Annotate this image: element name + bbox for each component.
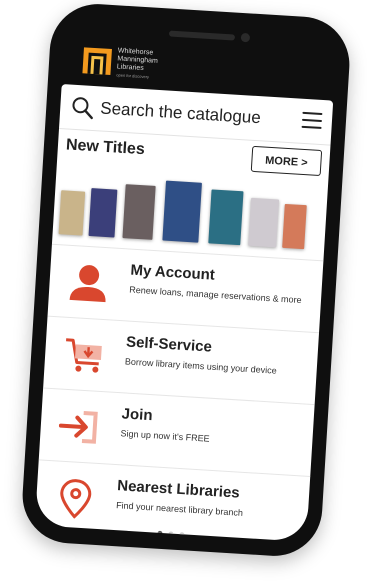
cart-icon <box>66 338 102 373</box>
person-icon <box>69 265 106 303</box>
book-cover[interactable] <box>282 203 307 250</box>
phone-speaker <box>168 30 236 41</box>
menu-subtitle: Renew loans, manage reservations & more <box>129 284 302 306</box>
new-titles-carousel[interactable] <box>58 172 328 250</box>
search-input[interactable]: Search the catalogue <box>100 98 262 128</box>
book-cover[interactable] <box>162 180 202 243</box>
hamburger-menu-icon[interactable] <box>301 111 323 131</box>
new-titles-heading: New Titles <box>65 136 146 159</box>
phone-frame: Whitehorse Manningham Libraries open for… <box>19 1 353 559</box>
menu-subtitle: Borrow library items using your device <box>124 356 277 376</box>
library-logo-icon <box>82 47 112 76</box>
search-icon[interactable] <box>70 95 95 120</box>
book-cover[interactable] <box>88 188 118 238</box>
pagination-dot[interactable] <box>156 530 163 537</box>
logo-tagline: open for discovery <box>116 72 150 80</box>
menu-subtitle: Find your nearest library branch <box>115 500 244 518</box>
menu-title: Nearest Libraries <box>116 477 241 502</box>
menu-title: My Account <box>129 261 216 284</box>
menu-title: Join <box>121 405 154 425</box>
app-screen: Search the catalogue New Titles MORE > M… <box>34 84 334 542</box>
book-cover[interactable] <box>208 189 244 246</box>
book-cover[interactable] <box>248 197 280 248</box>
book-cover[interactable] <box>122 184 156 240</box>
more-button[interactable]: MORE > <box>250 145 323 177</box>
pagination-dot[interactable] <box>178 532 185 538</box>
book-cover[interactable] <box>58 190 86 236</box>
phone-camera <box>240 32 251 43</box>
library-logo-text: Whitehorse Manningham Libraries open for… <box>116 47 158 81</box>
location-pin-icon <box>60 479 92 519</box>
menu-title: Self-Service <box>125 333 213 356</box>
pagination-dot[interactable] <box>167 531 174 537</box>
sign-in-icon <box>58 411 98 444</box>
menu-subtitle: Sign up now it's FREE <box>120 428 210 444</box>
